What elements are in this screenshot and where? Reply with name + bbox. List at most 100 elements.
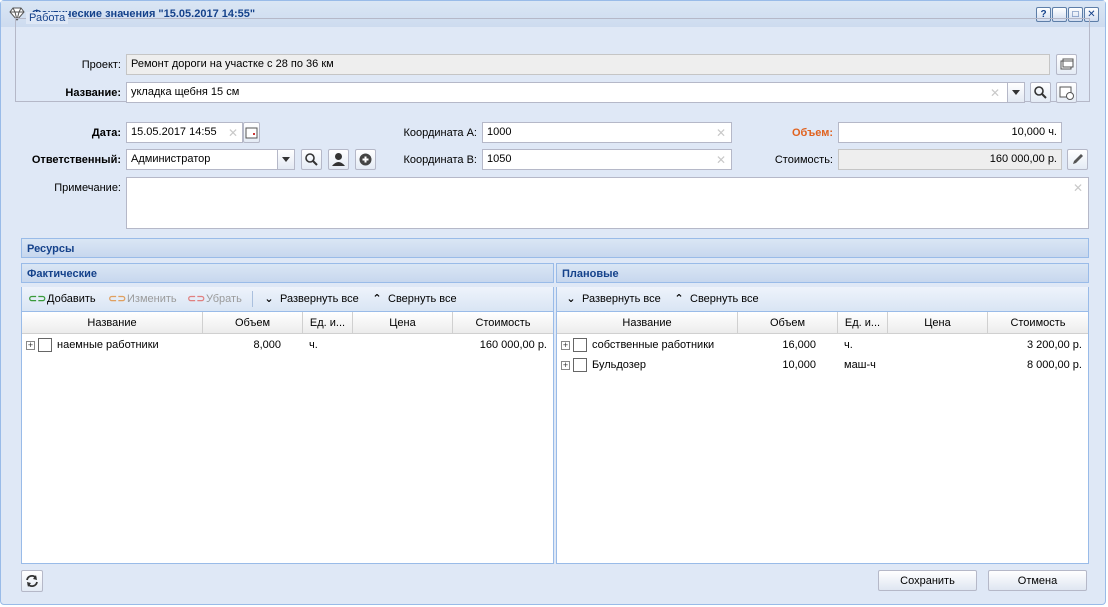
open-name-button[interactable] bbox=[1056, 82, 1077, 103]
col-price[interactable]: Цена bbox=[888, 312, 988, 334]
date-picker-button[interactable] bbox=[243, 122, 260, 143]
coord-a-label: Координата А: bbox=[403, 127, 477, 139]
table-row[interactable]: + собственные работники 16,000 ч. 3 200,… bbox=[557, 336, 1088, 356]
coord-b-field[interactable]: 1050 ✕ bbox=[482, 149, 732, 170]
volume-value: 10,000 ч. bbox=[1011, 126, 1058, 138]
responsible-combo[interactable]: Администратор bbox=[126, 149, 295, 170]
edit-button[interactable]: ⊂⊃Изменить bbox=[108, 292, 177, 305]
note-textarea[interactable]: ✕ bbox=[126, 177, 1089, 229]
user-button[interactable] bbox=[328, 149, 349, 170]
cost-label: Стоимость: bbox=[774, 154, 833, 166]
planned-toolbar: ⌄ Развернуть все ⌃ Свернуть все bbox=[556, 287, 1089, 311]
actual-grid-header: Название Объем Ед. и... Цена Стоимость bbox=[22, 312, 553, 334]
edit-cost-button[interactable] bbox=[1067, 149, 1088, 170]
search-name-button[interactable] bbox=[1030, 82, 1051, 103]
chevron-down-icon[interactable] bbox=[277, 150, 294, 169]
clear-icon[interactable]: ✕ bbox=[716, 153, 726, 167]
planned-grid: Название Объем Ед. и... Цена Стоимость +… bbox=[556, 311, 1089, 564]
date-value: 15.05.2017 14:55 bbox=[131, 126, 217, 138]
add-button[interactable]: ⊂⊃Добавить bbox=[28, 292, 96, 305]
name-label: Название: bbox=[65, 87, 121, 99]
project-value: Ремонт дороги на участке с 28 по 36 км bbox=[131, 58, 334, 70]
link-remove-icon: ⊂⊃ bbox=[187, 293, 206, 305]
project-field[interactable]: Ремонт дороги на участке с 28 по 36 км bbox=[126, 54, 1050, 75]
col-name[interactable]: Название bbox=[557, 312, 738, 334]
coord-a-field[interactable]: 1000 ✕ bbox=[482, 122, 732, 143]
window-icon bbox=[1060, 58, 1074, 70]
date-label: Дата: bbox=[91, 127, 121, 139]
clear-icon[interactable]: ✕ bbox=[716, 126, 726, 140]
collapse-icon: ⌃ bbox=[372, 293, 382, 305]
dialog-window: Фактические значения "15.05.2017 14:55" … bbox=[0, 0, 1106, 605]
link-add-icon: ⊂⊃ bbox=[28, 293, 47, 305]
name-value: укладка щебня 15 см bbox=[131, 86, 240, 98]
col-cost[interactable]: Стоимость bbox=[453, 312, 553, 334]
chevron-down-icon[interactable] bbox=[1007, 83, 1024, 102]
collapse-all-button[interactable]: ⌃ Свернуть все bbox=[671, 292, 758, 305]
cost-field: 160 000,00 р. bbox=[838, 149, 1062, 170]
resources-header: Ресурсы bbox=[21, 238, 1089, 258]
window-clock-icon bbox=[1059, 86, 1074, 100]
expand-icon: ⌄ bbox=[566, 293, 576, 305]
resource-group-icon bbox=[38, 338, 52, 352]
remove-button[interactable]: ⊂⊃Убрать bbox=[187, 292, 242, 305]
actual-toolbar: ⊂⊃Добавить ⊂⊃Изменить ⊂⊃Убрать ⌄ Разверну… bbox=[21, 287, 554, 311]
col-volume[interactable]: Объем bbox=[738, 312, 838, 334]
plus-circle-icon bbox=[359, 153, 372, 166]
resource-group-icon bbox=[573, 338, 587, 352]
planned-panel-title: Плановые bbox=[562, 268, 619, 280]
save-button[interactable]: Сохранить bbox=[878, 570, 977, 591]
user-icon bbox=[332, 153, 345, 166]
search-icon bbox=[305, 153, 318, 166]
calendar-icon bbox=[245, 127, 258, 139]
table-row[interactable]: + Бульдозер 10,000 маш-ч 8 000,00 р. bbox=[557, 356, 1088, 376]
table-row[interactable]: + наемные работники 8,000 ч. 160 000,00 … bbox=[22, 336, 553, 356]
responsible-label: Ответственный: bbox=[31, 154, 121, 166]
refresh-button[interactable] bbox=[21, 570, 43, 592]
clear-icon[interactable]: ✕ bbox=[990, 86, 1000, 100]
collapse-all-button[interactable]: ⌃ Свернуть все bbox=[369, 292, 456, 305]
add-responsible-button[interactable] bbox=[355, 149, 376, 170]
col-volume[interactable]: Объем bbox=[203, 312, 303, 334]
toolbar-separator bbox=[252, 291, 253, 307]
name-combo[interactable]: укладка щебня 15 см ✕ bbox=[126, 82, 1025, 103]
coord-b-label: Координата В: bbox=[403, 154, 477, 166]
clear-icon[interactable]: ✕ bbox=[228, 126, 238, 140]
resource-group-icon bbox=[573, 358, 587, 372]
resources-title: Ресурсы bbox=[27, 243, 75, 255]
coord-a-value: 1000 bbox=[487, 126, 512, 138]
date-field[interactable]: 15.05.2017 14:55 ✕ bbox=[126, 122, 243, 143]
col-unit[interactable]: Ед. и... bbox=[303, 312, 353, 334]
refresh-icon bbox=[26, 575, 38, 587]
collapse-icon: ⌃ bbox=[674, 293, 684, 305]
planned-grid-header: Название Объем Ед. и... Цена Стоимость bbox=[557, 312, 1088, 334]
actual-panel-title: Фактические bbox=[27, 268, 98, 280]
expand-node-icon[interactable]: + bbox=[561, 341, 570, 350]
col-unit[interactable]: Ед. и... bbox=[838, 312, 888, 334]
work-legend: Работа bbox=[26, 12, 69, 24]
col-cost[interactable]: Стоимость bbox=[988, 312, 1088, 334]
expand-all-button[interactable]: ⌄ Развернуть все bbox=[261, 292, 358, 305]
volume-field[interactable]: 10,000 ч. bbox=[838, 122, 1062, 143]
responsible-value: Администратор bbox=[131, 153, 211, 165]
volume-label: Объем: bbox=[792, 127, 833, 139]
expand-all-button[interactable]: ⌄ Развернуть все bbox=[563, 292, 660, 305]
search-icon bbox=[1034, 86, 1047, 99]
planned-panel-header: Плановые bbox=[556, 263, 1089, 283]
note-label: Примечание: bbox=[54, 182, 121, 194]
cancel-button[interactable]: Отмена bbox=[988, 570, 1087, 591]
search-responsible-button[interactable] bbox=[301, 149, 322, 170]
actual-grid: Название Объем Ед. и... Цена Стоимость +… bbox=[21, 311, 554, 564]
expand-icon: ⌄ bbox=[264, 293, 274, 305]
clear-icon[interactable]: ✕ bbox=[1073, 181, 1083, 195]
open-project-button[interactable] bbox=[1056, 54, 1077, 75]
actual-panel-header: Фактические bbox=[21, 263, 554, 283]
col-name[interactable]: Название bbox=[22, 312, 203, 334]
project-label: Проект: bbox=[81, 59, 121, 71]
col-price[interactable]: Цена bbox=[353, 312, 453, 334]
coord-b-value: 1050 bbox=[487, 153, 512, 165]
expand-node-icon[interactable]: + bbox=[561, 361, 570, 370]
link-edit-icon: ⊂⊃ bbox=[108, 293, 127, 305]
pencil-icon bbox=[1073, 154, 1083, 164]
expand-node-icon[interactable]: + bbox=[26, 341, 35, 350]
